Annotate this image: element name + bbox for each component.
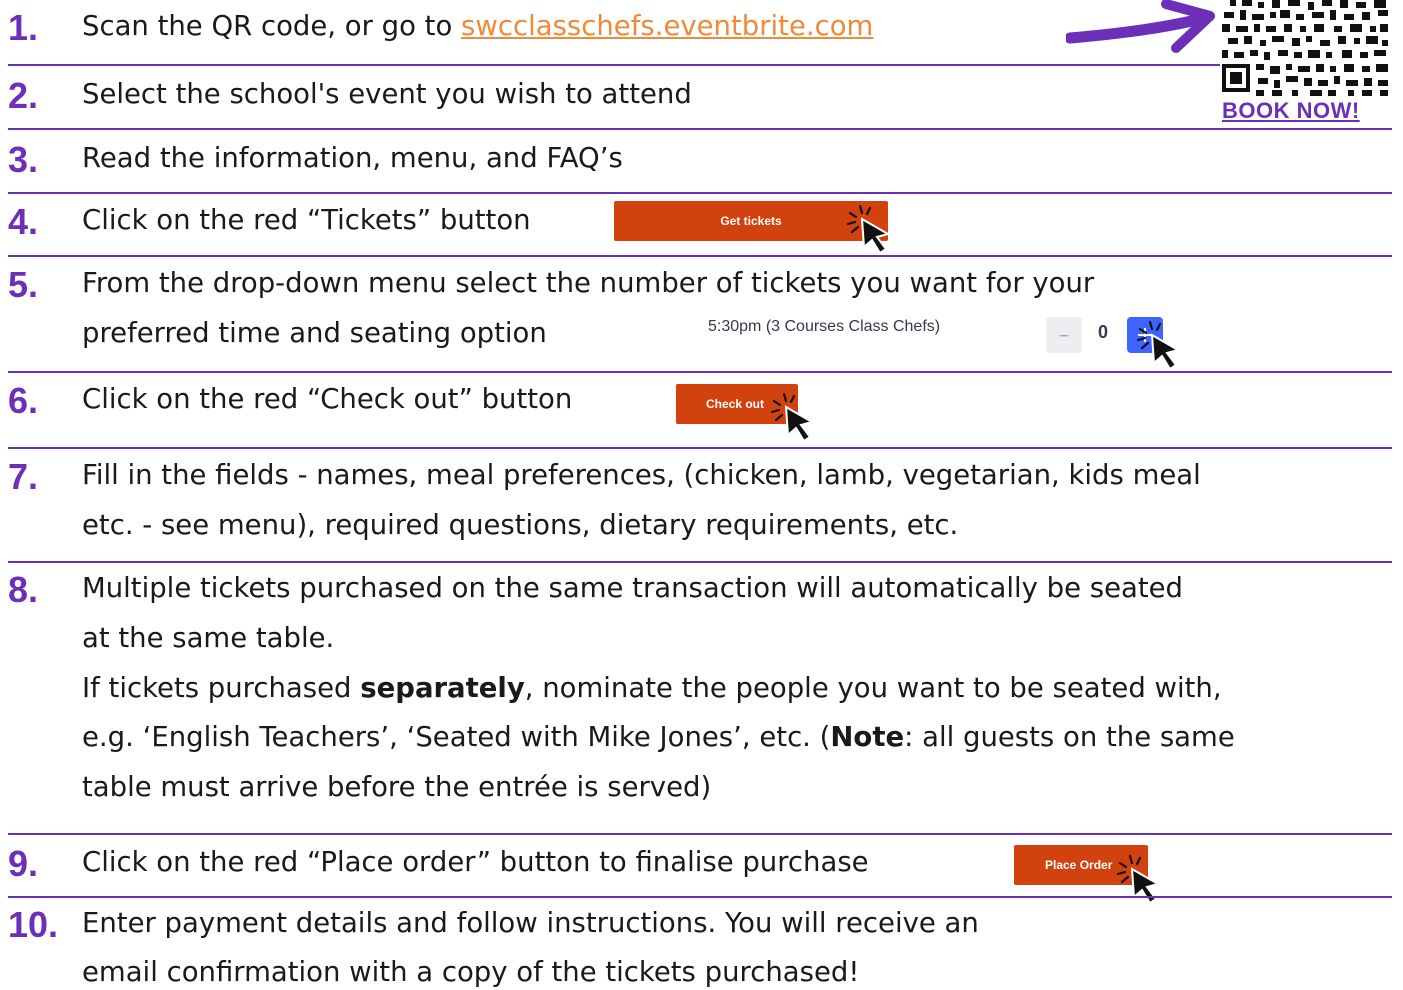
emphasis: Note — [830, 721, 905, 753]
arrow-right-icon — [1066, 0, 1215, 53]
emphasis: separately — [360, 672, 525, 704]
step-number: 9. — [8, 843, 39, 884]
step-number: 1. — [8, 7, 39, 48]
divider — [8, 64, 1220, 66]
step-number: 3. — [8, 139, 39, 180]
step-text: Select the school's event you wish to at… — [82, 78, 692, 110]
step-number: 7. — [8, 456, 39, 497]
step-text: table must arrive before the entrée is s… — [82, 771, 712, 803]
divider — [8, 833, 1392, 835]
eventbrite-link[interactable]: swcclasschefs.eventbrite.com — [461, 10, 873, 42]
step-number: 8. — [8, 569, 39, 610]
step-number: 2. — [8, 75, 39, 116]
cursor-click-icon — [846, 204, 891, 255]
step-text: etc. - see menu), required questions, di… — [82, 509, 959, 541]
step-number: 5. — [8, 264, 39, 305]
divider — [8, 255, 1392, 257]
step-number: 4. — [8, 201, 39, 242]
step-text: Enter payment details and follow instruc… — [82, 907, 979, 939]
step-text: Multiple tickets purchased on the same t… — [82, 572, 1183, 604]
text-part: e.g. ‘English Teachers’, ‘Seated with Mi… — [82, 721, 831, 753]
step-number: 6. — [8, 380, 39, 421]
divider — [8, 128, 1392, 130]
ticket-time-label: 5:30pm (3 Courses Class Chefs) — [708, 318, 941, 335]
step-text: preferred time and seating option — [82, 317, 547, 349]
step-text: If tickets purchased separately, nominat… — [82, 663, 1222, 713]
step-text: Scan the QR code, or go to swcclasschefs… — [82, 1, 873, 51]
cursor-click-icon — [1116, 854, 1161, 905]
step-text: email confirmation with a copy of the ti… — [82, 956, 860, 988]
step-number: 10. — [8, 904, 59, 945]
text-part: : all guests on the same — [904, 721, 1235, 753]
step-text: Fill in the fields - names, meal prefere… — [82, 459, 1201, 491]
step-text: From the drop-down menu select the numbe… — [82, 267, 1095, 299]
text-part: , nominate the people you want to be sea… — [524, 672, 1222, 704]
qr-code[interactable] — [1222, 0, 1390, 96]
step-text: e.g. ‘English Teachers’, ‘Seated with Mi… — [82, 712, 1235, 762]
step-text: at the same table. — [82, 622, 335, 654]
step-text: Read the information, menu, and FAQ’s — [82, 142, 623, 174]
step-text-prefix: Scan the QR code, or go to — [82, 10, 462, 42]
divider — [8, 447, 1392, 449]
step-text: Click on the red “Check out” button — [82, 383, 573, 415]
decrease-quantity-button[interactable]: – — [1046, 317, 1082, 353]
divider — [8, 192, 1392, 194]
step-text: Click on the red “Place order” button to… — [82, 846, 869, 878]
text-part: If tickets purchased — [82, 672, 361, 704]
divider — [8, 371, 1392, 373]
book-now-link[interactable]: BOOK NOW! — [1222, 98, 1392, 124]
cursor-click-icon — [1136, 320, 1181, 371]
cursor-click-icon — [770, 392, 815, 443]
ticket-quantity: 0 — [1098, 322, 1109, 342]
step-text: Click on the red “Tickets” button — [82, 204, 531, 236]
